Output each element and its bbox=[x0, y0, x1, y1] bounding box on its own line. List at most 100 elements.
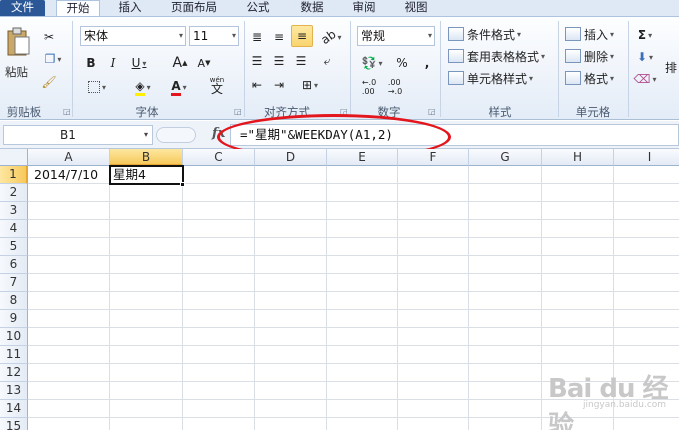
name-box[interactable]: B1 ▾ bbox=[3, 125, 153, 145]
formula-bar-splitter[interactable] bbox=[156, 127, 196, 143]
clipboard-group-label: 剪贴板 bbox=[6, 105, 42, 119]
grow-font-button[interactable]: A ▲ bbox=[170, 53, 190, 73]
autosum-button[interactable]: Σ ▾ bbox=[634, 25, 656, 45]
font-launcher-icon[interactable]: ◲ bbox=[234, 107, 242, 116]
align-top-button[interactable]: ≣ bbox=[249, 27, 265, 47]
column-header-i[interactable]: I bbox=[614, 149, 679, 166]
shrink-font-button[interactable]: A ▼ bbox=[194, 53, 214, 73]
row-gridline bbox=[28, 309, 679, 310]
tab-view[interactable]: 视图 bbox=[396, 0, 436, 16]
formula-bar: B1 ▾ fx ="星期"&WEEKDAY(A1,2) bbox=[0, 121, 679, 149]
font-size-select[interactable]: 11 ▾ bbox=[189, 26, 239, 46]
column-header-g[interactable]: G bbox=[469, 149, 542, 166]
number-format-select[interactable]: 常规 ▾ bbox=[357, 26, 435, 46]
fill-color-button[interactable]: ◈ ▾ bbox=[128, 77, 158, 97]
phonetic-button[interactable]: wén 文 bbox=[202, 75, 232, 95]
format-cells-button[interactable]: 格式 ▾ bbox=[565, 69, 614, 87]
merge-icon: ⊞ bbox=[301, 78, 313, 92]
clear-button[interactable]: ⌫ ▾ bbox=[633, 69, 657, 89]
row-header-2[interactable]: 2 bbox=[0, 184, 28, 202]
insert-cells-button[interactable]: 插入 ▾ bbox=[565, 25, 614, 43]
comma-button[interactable]: , bbox=[420, 53, 434, 73]
row-header-5[interactable]: 5 bbox=[0, 238, 28, 256]
copy-button[interactable]: ❐ ▾ bbox=[40, 49, 66, 69]
border-button[interactable]: ▾ bbox=[84, 77, 110, 97]
row-gridline bbox=[28, 273, 679, 274]
row-header-14[interactable]: 14 bbox=[0, 400, 28, 418]
cut-button[interactable]: ✂ bbox=[40, 27, 58, 47]
insert-function-button[interactable]: fx bbox=[212, 126, 225, 141]
formula-input[interactable]: ="星期"&WEEKDAY(A1,2) bbox=[230, 124, 679, 146]
fill-bucket-icon: ◈ bbox=[135, 79, 145, 96]
tab-home[interactable]: 开始 bbox=[56, 0, 100, 16]
fill-handle[interactable] bbox=[180, 182, 185, 187]
orientation-button[interactable]: ab ▾ bbox=[318, 27, 344, 47]
row-header-12[interactable]: 12 bbox=[0, 364, 28, 382]
column-header-a[interactable]: A bbox=[28, 149, 110, 166]
clipboard-launcher-icon[interactable]: ◲ bbox=[63, 107, 71, 116]
select-all-corner[interactable] bbox=[0, 149, 28, 166]
row-header-13[interactable]: 13 bbox=[0, 382, 28, 400]
sort-filter-button[interactable]: 排 bbox=[662, 57, 679, 77]
align-left-button[interactable]: ☰ bbox=[249, 51, 265, 71]
row-header-8[interactable]: 8 bbox=[0, 292, 28, 310]
column-header-f[interactable]: F bbox=[398, 149, 469, 166]
merge-center-button[interactable]: ⊞ ▾ bbox=[295, 75, 325, 95]
align-middle-button[interactable]: ≡ bbox=[271, 27, 287, 47]
number-launcher-icon[interactable]: ◲ bbox=[428, 107, 436, 116]
alignment-launcher-icon[interactable]: ◲ bbox=[340, 107, 348, 116]
decrease-decimal-button[interactable]: .00 →.0 bbox=[384, 77, 406, 97]
tab-review[interactable]: 审阅 bbox=[344, 0, 384, 16]
fill-button[interactable]: ⬇ ▾ bbox=[634, 47, 656, 67]
italic-button[interactable]: I bbox=[104, 53, 122, 73]
format-painter-button[interactable]: 🖌 bbox=[40, 72, 58, 92]
row-header-15[interactable]: 15 bbox=[0, 418, 28, 430]
row-gridline bbox=[28, 327, 679, 328]
row-header-9[interactable]: 9 bbox=[0, 310, 28, 328]
align-bottom-button[interactable]: ≡ bbox=[291, 25, 313, 47]
cell-styles-button[interactable]: 单元格样式 ▾ bbox=[448, 69, 533, 87]
tab-insert[interactable]: 插入 bbox=[110, 0, 150, 16]
row-header-6[interactable]: 6 bbox=[0, 256, 28, 274]
eraser-icon: ⌫ bbox=[633, 72, 651, 86]
column-header-e[interactable]: E bbox=[327, 149, 398, 166]
underline-button[interactable]: U ▾ bbox=[126, 53, 152, 73]
increase-indent-button[interactable]: ⇥ bbox=[271, 75, 287, 95]
format-cells-icon bbox=[565, 71, 581, 85]
watermark-url: jingyan.baidu.com bbox=[583, 400, 667, 410]
column-header-h[interactable]: H bbox=[542, 149, 614, 166]
tab-data[interactable]: 数据 bbox=[292, 0, 332, 16]
paste-button[interactable] bbox=[4, 25, 32, 59]
format-as-table-button[interactable]: 套用表格格式 ▾ bbox=[448, 47, 545, 65]
increase-decimal-button[interactable]: ←.0.00 bbox=[358, 77, 380, 97]
align-center-icon: ☰ bbox=[273, 54, 285, 68]
percent-button[interactable]: % bbox=[394, 53, 410, 73]
row-header-3[interactable]: 3 bbox=[0, 202, 28, 220]
row-header-4[interactable]: 4 bbox=[0, 220, 28, 238]
currency-button[interactable]: 💱 ▾ bbox=[357, 53, 387, 73]
column-gridline bbox=[397, 166, 398, 430]
align-right-button[interactable]: ☰ bbox=[293, 51, 309, 71]
align-center-button[interactable]: ☰ bbox=[271, 51, 287, 71]
align-middle-icon: ≡ bbox=[273, 30, 285, 44]
conditional-format-button[interactable]: 条件格式 ▾ bbox=[448, 25, 521, 43]
row-gridline bbox=[28, 237, 679, 238]
column-header-c[interactable]: C bbox=[183, 149, 255, 166]
row-header-1[interactable]: 1 bbox=[0, 166, 28, 184]
font-name-select[interactable]: 宋体 ▾ bbox=[80, 26, 186, 46]
tab-file[interactable]: 文件 bbox=[0, 0, 45, 16]
bold-button[interactable]: B bbox=[82, 53, 100, 73]
column-header-b[interactable]: B bbox=[110, 149, 183, 166]
column-gridline bbox=[468, 166, 469, 430]
cell-a1[interactable]: 2014/7/10 bbox=[34, 166, 98, 184]
tab-formulas[interactable]: 公式 bbox=[238, 0, 278, 16]
tab-page-layout[interactable]: 页面布局 bbox=[162, 0, 226, 16]
row-header-10[interactable]: 10 bbox=[0, 328, 28, 346]
delete-cells-button[interactable]: 删除 ▾ bbox=[565, 47, 614, 65]
font-color-button[interactable]: A ▾ bbox=[164, 77, 194, 97]
row-header-7[interactable]: 7 bbox=[0, 274, 28, 292]
wrap-text-button[interactable]: ⤶ bbox=[318, 51, 336, 71]
row-header-11[interactable]: 11 bbox=[0, 346, 28, 364]
decrease-indent-button[interactable]: ⇤ bbox=[249, 75, 265, 95]
column-header-d[interactable]: D bbox=[255, 149, 327, 166]
